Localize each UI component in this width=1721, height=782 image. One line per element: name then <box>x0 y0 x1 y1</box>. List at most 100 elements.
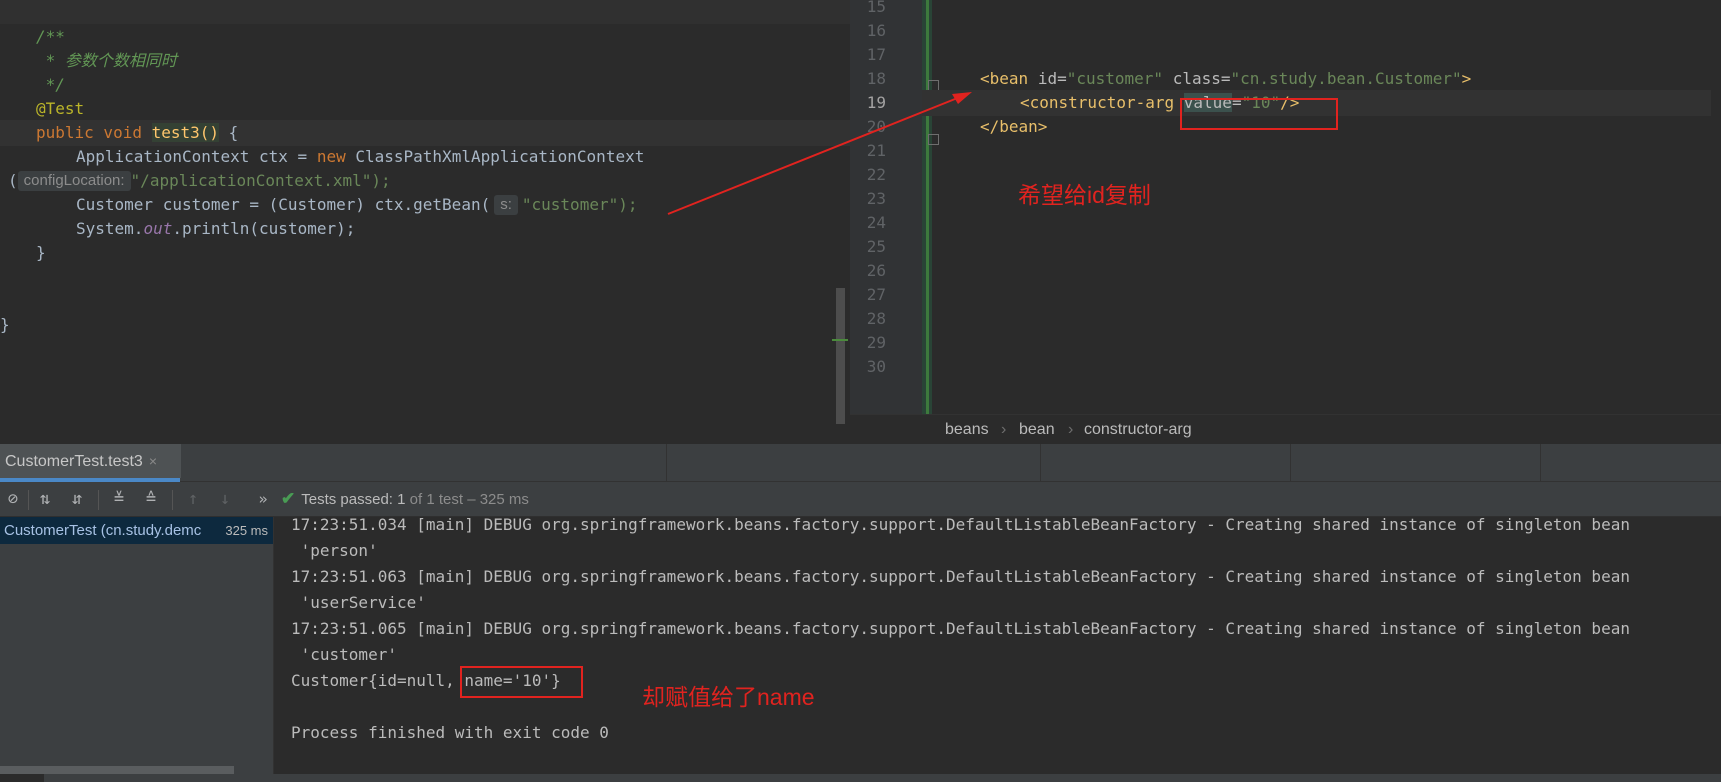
class-attr: class= <box>1172 69 1231 88</box>
console-line: 'userService' <box>291 593 426 612</box>
tabbar-divider <box>1290 444 1291 481</box>
method-signature: public void test3() { <box>36 123 239 142</box>
test-tree: CustomerTest (cn.study.demc 325 ms <box>0 517 274 782</box>
code-line[interactable]: /** <box>36 24 65 50</box>
xml-editor[interactable]: 15 16 17 18 19 20 21 22 23 24 25 26 27 2… <box>850 0 1721 445</box>
next-failed-icon[interactable]: ↓ <box>212 482 238 516</box>
console-output[interactable]: 17:23:51.034 [main] DEBUG org.springfram… <box>274 515 1721 782</box>
xml-bean-open[interactable]: <bean id="customer" class="cn.study.bean… <box>980 66 1471 92</box>
line-number-gutter: 15 16 17 18 19 20 21 22 23 24 25 26 27 2… <box>850 0 922 414</box>
prev-failed-icon[interactable]: ↑ <box>180 482 206 516</box>
code-line[interactable]: } <box>0 312 10 338</box>
line-number: 23 <box>866 189 886 208</box>
line-number: 29 <box>866 333 886 352</box>
status-strip <box>0 774 1721 782</box>
console-line-exit: Process finished with exit code 0 <box>291 723 609 742</box>
test-tree-item[interactable]: CustomerTest (cn.study.demc 325 ms <box>0 517 273 544</box>
console-line: 17:23:51.034 [main] DEBUG org.springfram… <box>291 515 1630 534</box>
class-value: "cn.study.bean.Customer" <box>1230 69 1462 88</box>
line-number: 17 <box>866 45 886 64</box>
console-line: 17:23:51.065 [main] DEBUG org.springfram… <box>291 619 1630 638</box>
run-tab[interactable]: CustomerTest.test3 × <box>0 444 181 478</box>
line-number: 26 <box>866 261 886 280</box>
sort-duration-icon[interactable]: ⇵ <box>64 482 90 516</box>
test-tree-item-label: CustomerTest (cn.study.demc <box>4 522 202 539</box>
scrollbar-marker <box>832 339 848 341</box>
tabbar-divider <box>666 444 667 481</box>
paren: ( <box>8 171 18 190</box>
tabbar-divider <box>1040 444 1041 481</box>
code-line[interactable]: Customer customer = (Customer) ctx.getBe… <box>76 192 637 218</box>
breadcrumb-beans[interactable]: beans <box>945 415 989 445</box>
method-close-brace: } <box>36 243 46 262</box>
test-annotation: @Test <box>36 99 85 118</box>
stop-icon[interactable]: ⊘ <box>0 482 26 516</box>
console-line: 'customer' <box>291 645 397 664</box>
breadcrumb-bean[interactable]: bean <box>1019 415 1055 445</box>
java-editor[interactable]: /** * 参数个数相同时 */ @Test public void test3… <box>0 0 850 444</box>
toolbar-separator <box>98 490 99 510</box>
line-number: 20 <box>866 117 886 136</box>
code-line[interactable]: (configLocation: "/applicationContext.xml… <box>8 168 391 194</box>
tests-detail: of 1 test – 325 ms <box>409 491 529 508</box>
line-number: 24 <box>866 213 886 232</box>
bean-name-literal: "customer"); <box>521 195 638 214</box>
console-line: 'person' <box>291 541 378 560</box>
code-line[interactable]: } <box>36 240 46 266</box>
line-number: 16 <box>866 21 886 40</box>
bean-tag: <bean <box>980 69 1029 88</box>
run-panel: CustomerTest.test3 × ⊘ ⇅ ⇵ ≚ ≙ ↑ ↓ » ✔ Tes… <box>0 444 1721 782</box>
xml-bean-close[interactable]: </bean> <box>980 114 1047 140</box>
breadcrumb-constructor-arg[interactable]: constructor-arg <box>1084 415 1192 445</box>
editor-scrollbar[interactable] <box>836 288 845 424</box>
println-call: System.out.println(customer); <box>76 219 356 238</box>
vcs-change-marker <box>922 0 932 414</box>
expand-all-icon[interactable]: ≚ <box>106 482 132 516</box>
console-line: 17:23:51.063 [main] DEBUG org.springfram… <box>291 567 1630 586</box>
breadcrumb: beans › bean › constructor-arg <box>850 414 1721 445</box>
highlight-box-name <box>460 666 583 698</box>
sort-alpha-icon[interactable]: ⇅ <box>32 482 58 516</box>
comment-text: * 参数个数相同时 <box>36 51 177 70</box>
code-line[interactable]: @Test <box>36 96 84 122</box>
code-line[interactable]: */ <box>36 72 65 98</box>
tests-passed-label: Tests passed: 1 <box>301 491 406 508</box>
fold-toggle-icon[interactable] <box>928 134 939 145</box>
collapse-all-icon[interactable]: ≙ <box>138 482 164 516</box>
line-number: 25 <box>866 237 886 256</box>
class-close-brace: } <box>0 315 10 334</box>
line-number: 27 <box>866 285 886 304</box>
toolbar-separator <box>28 490 29 510</box>
code-line[interactable]: ApplicationContext ctx = new ClassPathXm… <box>76 144 644 170</box>
id-value: "customer" <box>1066 69 1164 88</box>
parameter-hint-s: s: <box>494 195 518 215</box>
close-icon[interactable]: × <box>149 453 157 469</box>
editor-top-band <box>0 0 850 24</box>
line-number: 28 <box>866 309 886 328</box>
comment-open: /** <box>36 27 65 46</box>
tests-status: ✔ Tests passed: 1 of 1 test – 325 ms <box>281 482 529 516</box>
parameter-hint: configLocation: <box>17 171 131 191</box>
code-line-current[interactable]: public void test3() { <box>0 120 850 146</box>
bean-close-tag: </bean> <box>980 117 1048 136</box>
constructor-arg-tag: <constructor-arg <box>1020 93 1175 112</box>
check-icon: ✔ <box>281 489 296 508</box>
more-icon[interactable]: » <box>250 482 276 516</box>
highlight-box-value-attr <box>1180 98 1338 130</box>
line-number: 22 <box>866 165 886 184</box>
annotation-note-bottom: 却赋值给了name <box>642 684 815 710</box>
run-tab-label: CustomerTest.test3 <box>5 453 143 470</box>
line-number: 15 <box>866 0 886 16</box>
getbean-call: Customer customer = (Customer) ctx.getBe… <box>76 195 491 214</box>
toolbar-separator <box>172 490 173 510</box>
code-line[interactable]: System.out.println(customer); <box>76 216 355 242</box>
run-tab-bar: CustomerTest.test3 × <box>0 444 1721 482</box>
line-number-active: 19 <box>866 93 886 112</box>
line-number: 18 <box>866 69 886 88</box>
code-line[interactable]: * 参数个数相同时 <box>36 48 177 74</box>
line-number: 21 <box>866 141 886 160</box>
context-declaration: ApplicationContext ctx = new ClassPathXm… <box>76 147 645 166</box>
id-attr: id= <box>1037 69 1067 88</box>
comment-close: */ <box>36 75 65 94</box>
tabbar-divider <box>1540 444 1541 481</box>
